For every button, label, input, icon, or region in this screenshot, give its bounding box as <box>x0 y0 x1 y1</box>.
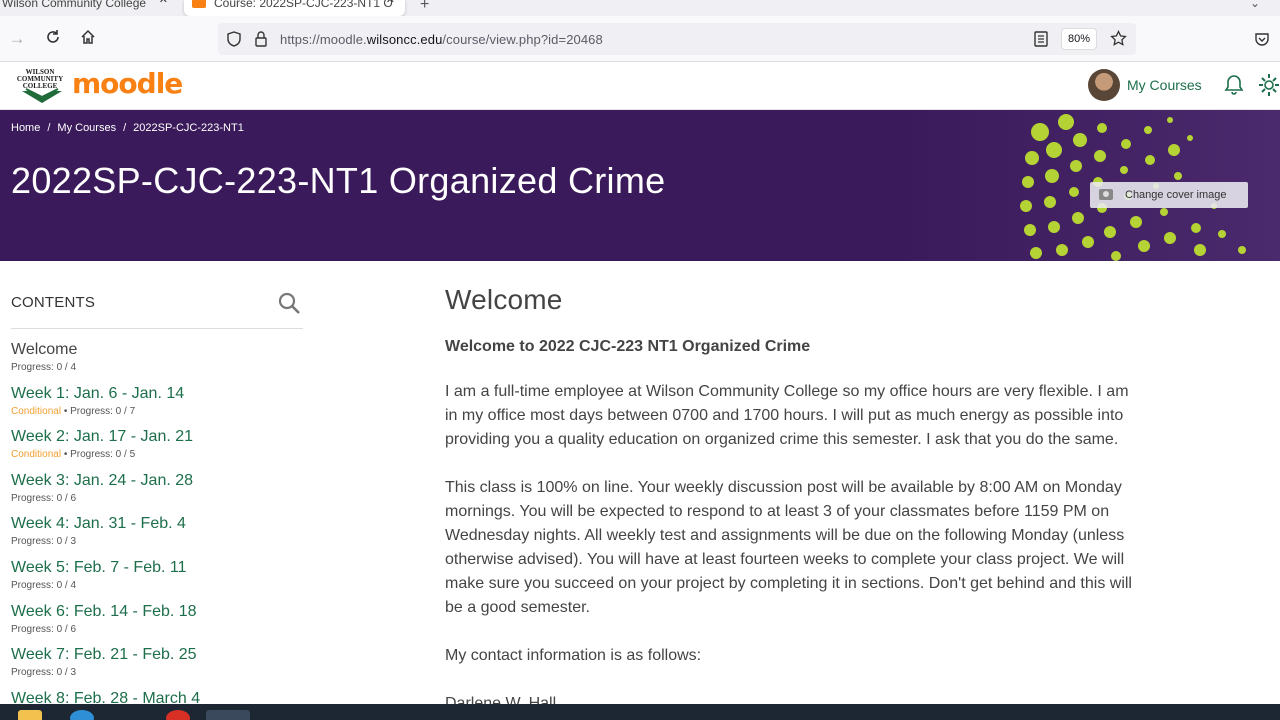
section-title[interactable]: Week 1: Jan. 6 - Jan. 14 <box>11 385 200 403</box>
section-progress: Progress: 0 / 6 <box>11 492 77 504</box>
breadcrumb-course[interactable]: 2022SP-CJC-223-NT1 <box>133 122 244 134</box>
page-title: 2022SP-CJC-223-NT1 Organized Crime <box>11 160 666 201</box>
tab-label: Wilson Community College <box>2 0 147 10</box>
section-title[interactable]: Week 3: Jan. 24 - Jan. 28 <box>11 472 200 490</box>
new-tab-icon[interactable]: + <box>420 0 429 14</box>
browser-tab-strip: Wilson Community College ✕ Course: 2022S… <box>0 0 1280 16</box>
list-item[interactable]: Week 5: Feb. 7 - Feb. 11 Progress: 0 / 4 <box>11 559 200 603</box>
section-title[interactable]: Welcome <box>11 341 200 359</box>
paragraph-office-hours: I am a full-time employee at Wilson Comm… <box>445 383 1129 448</box>
site-header: WILSON COMMUNITY COLLEGE moodle My Cours… <box>0 62 1280 110</box>
lock-icon[interactable] <box>254 31 268 52</box>
section-title[interactable]: Week 6: Feb. 14 - Feb. 18 <box>11 603 200 621</box>
forward-icon[interactable]: → <box>7 29 27 49</box>
breadcrumb-home[interactable]: Home <box>11 122 40 134</box>
close-tab-icon[interactable]: ✕ <box>386 0 395 6</box>
list-item[interactable]: Week 8: Feb. 28 - March 4 <box>11 690 200 704</box>
bookmark-star-icon[interactable] <box>1110 29 1127 52</box>
wilson-college-logo[interactable]: WILSON COMMUNITY COLLEGE <box>14 67 70 105</box>
section-progress: Progress: 0 / 3 <box>11 536 77 548</box>
section-title[interactable]: Week 7: Feb. 21 - Feb. 25 <box>11 646 200 664</box>
list-item[interactable]: Welcome Progress: 0 / 4 <box>11 341 200 385</box>
search-icon[interactable] <box>277 291 301 320</box>
close-tab-icon[interactable]: ✕ <box>159 0 168 6</box>
reload-icon[interactable] <box>43 29 63 49</box>
section-list: Welcome Progress: 0 / 4 Week 1: Jan. 6 -… <box>11 341 200 704</box>
app-icon[interactable] <box>166 710 190 720</box>
user-avatar[interactable] <box>1088 69 1120 101</box>
divider <box>11 328 303 329</box>
conditional-badge: Conditional <box>11 405 62 417</box>
breadcrumb-my-courses[interactable]: My Courses <box>57 122 116 134</box>
section-title[interactable]: Week 2: Jan. 17 - Jan. 21 <box>11 428 200 446</box>
section-title[interactable]: Week 8: Feb. 28 - March 4 <box>11 690 200 704</box>
section-title[interactable]: Week 5: Feb. 7 - Feb. 11 <box>11 559 200 577</box>
camera-icon <box>1099 189 1113 200</box>
os-taskbar <box>0 704 1280 720</box>
address-bar[interactable]: https://moodle.wilsoncc.edu/course/view.… <box>218 23 1136 55</box>
tracking-shield-icon[interactable] <box>226 31 242 52</box>
list-item[interactable]: Week 3: Jan. 24 - Jan. 28 Progress: 0 / … <box>11 472 200 516</box>
reader-view-icon[interactable] <box>1034 31 1048 52</box>
list-item[interactable]: Week 2: Jan. 17 - Jan. 21 Conditional • … <box>11 428 200 472</box>
main-content: Welcome Welcome to 2022 CJC-223 NT1 Orga… <box>445 261 1135 704</box>
section-title[interactable]: Week 4: Jan. 31 - Feb. 4 <box>11 515 200 533</box>
list-item[interactable]: Week 1: Jan. 6 - Jan. 14 Conditional • P… <box>11 385 200 429</box>
list-item[interactable]: Week 4: Jan. 31 - Feb. 4 Progress: 0 / 3 <box>11 515 200 559</box>
browser-tab-wilson[interactable]: Wilson Community College ✕ <box>0 0 182 16</box>
section-heading: Welcome <box>445 284 563 315</box>
settings-gear-icon[interactable] <box>1257 72 1280 103</box>
edge-browser-icon[interactable] <box>70 710 94 720</box>
course-contents-sidebar: CONTENTS Welcome Progress: 0 / 4 Week 1:… <box>11 261 303 704</box>
section-progress: Progress: 0 / 6 <box>11 623 77 635</box>
course-header-banner: Home / My Courses/2022SP-CJC-223-NT1 2022S… <box>0 110 1280 261</box>
browser-tab-course[interactable]: Course: 2022SP-CJC-223-NT1 O ✕ <box>184 0 405 16</box>
welcome-lead: Welcome to 2022 CJC-223 NT1 Organized Cr… <box>445 338 811 355</box>
paragraph-contact-intro: My contact information is as follows: <box>445 647 702 664</box>
list-tabs-icon[interactable]: ⌄ <box>1250 0 1260 10</box>
firefox-taskbar-icon[interactable] <box>206 710 250 720</box>
notification-bell-icon[interactable] <box>1224 74 1244 101</box>
browser-navbar: → https://moodle.wilsoncc.edu/course/vie… <box>0 16 1280 62</box>
url-text: https://moodle.wilsoncc.edu/course/view.… <box>280 32 603 47</box>
section-progress: Progress: 0 / 4 <box>11 362 77 373</box>
paragraph-contact-name: Darlene W. Hall <box>445 695 557 704</box>
breadcrumb: Home / My Courses/2022SP-CJC-223-NT1 <box>11 122 244 134</box>
section-progress: Progress: 0 / 3 <box>11 667 77 679</box>
moodle-logo[interactable]: moodle <box>72 67 183 100</box>
conditional-badge: Conditional <box>11 449 62 461</box>
my-courses-link[interactable]: My Courses <box>1127 77 1202 93</box>
section-progress: Progress: 0 / 4 <box>11 579 77 591</box>
section-meta: Conditional • Progress: 0 / 7 <box>11 405 136 417</box>
contents-heading: CONTENTS <box>11 294 96 311</box>
file-explorer-icon[interactable] <box>18 710 42 720</box>
list-item[interactable]: Week 6: Feb. 14 - Feb. 18 Progress: 0 / … <box>11 603 200 647</box>
tab-label: Course: 2022SP-CJC-223-NT1 O <box>214 0 393 10</box>
list-item[interactable]: Week 7: Feb. 21 - Feb. 25 Progress: 0 / … <box>11 646 200 690</box>
home-icon[interactable] <box>78 29 98 49</box>
section-meta: Conditional • Progress: 0 / 5 <box>11 449 136 461</box>
zoom-indicator[interactable]: 80% <box>1062 29 1097 49</box>
change-cover-image-button[interactable]: Change cover image <box>1090 182 1248 208</box>
moodle-favicon-icon <box>192 0 206 8</box>
pocket-icon[interactable] <box>1254 31 1270 52</box>
paragraph-class-info: This class is 100% on line. Your weekly … <box>445 479 1132 616</box>
